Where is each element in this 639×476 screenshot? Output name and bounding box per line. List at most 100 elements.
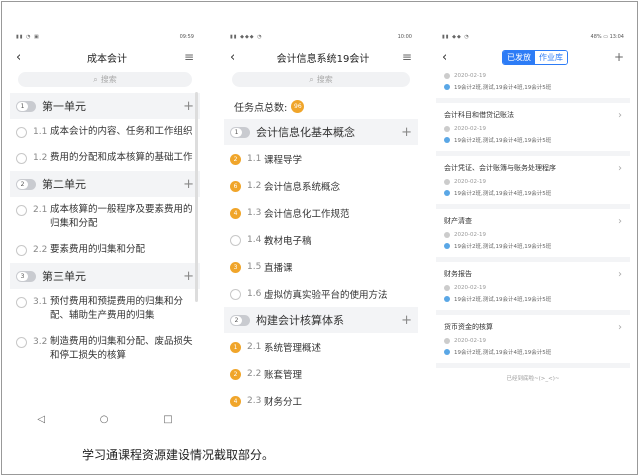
task-total: 任务点总数: 96 bbox=[224, 93, 418, 119]
card-title: 会计科目和借贷记账法 bbox=[444, 111, 514, 119]
card-classes: 19会计2班,测试,19会计4班,19会计5班 bbox=[454, 296, 552, 303]
checkbox-circle-icon bbox=[16, 245, 27, 256]
menu-icon[interactable]: ≡ bbox=[402, 50, 412, 64]
tab-issued[interactable]: 已发放 bbox=[502, 50, 535, 64]
clock-icon bbox=[444, 178, 450, 185]
scrollbar[interactable] bbox=[195, 92, 198, 302]
class-icon bbox=[444, 295, 450, 302]
card-class-row: 19会计2班,测试,19会计4班,19会计5班 bbox=[444, 134, 622, 145]
class-icon bbox=[444, 242, 450, 249]
list-item[interactable]: 1.6 虚拟仿真实验平台的使用方法 bbox=[224, 280, 418, 307]
chevron-right-icon: › bbox=[618, 321, 622, 333]
tab-homework-bank[interactable]: 作业库 bbox=[534, 50, 567, 64]
unit-header[interactable]: 2 第二单元 + bbox=[10, 171, 200, 197]
item-text: 成本会计的内容、任务和工作组织 bbox=[50, 126, 193, 137]
item-number: 3.2 bbox=[33, 337, 48, 347]
search-input[interactable]: ⌕ 搜索 bbox=[232, 72, 410, 87]
back-icon[interactable]: ‹ bbox=[230, 50, 244, 65]
card-date: 2020-02-19 bbox=[454, 231, 486, 238]
card-class-row: 19会计2班,测试,19会计4班,19会计5班 bbox=[444, 293, 622, 304]
list-item[interactable]: 3.1 预付费用和预提费用的归集和分配、辅助生产费用的归集 bbox=[10, 289, 200, 329]
list-item[interactable]: 2 1.1 课程导学 bbox=[224, 145, 418, 172]
card-title-row: 财产清查 › bbox=[444, 213, 622, 229]
homework-card[interactable]: 会计科目和借贷记账法 › 2020-02-19 19会计2班,测试,19会计4班,… bbox=[436, 103, 630, 156]
homework-card[interactable]: 财务报告 › 2020-02-19 19会计2班,测试,19会计4班,19会计5班 bbox=[436, 262, 630, 315]
list-item[interactable]: 4 1.3 会计信息化工作规范 bbox=[224, 199, 418, 226]
unit-index: 1 bbox=[17, 101, 28, 111]
card-date-row: 2020-02-19 bbox=[444, 70, 622, 81]
homework-card[interactable]: 2020-02-19 19会计2班,测试,19会计4班,19会计5班 bbox=[436, 70, 630, 103]
list-item[interactable]: 6 1.2 会计信息系统概念 bbox=[224, 172, 418, 199]
card-date-row: 2020-02-19 bbox=[444, 282, 622, 293]
checkbox-circle-icon bbox=[230, 235, 241, 246]
list-item[interactable]: 4 2.3 财务分工 bbox=[224, 387, 418, 414]
status-bar: ▮▮ ◆◆◆ ◔ 10:00 bbox=[224, 30, 418, 44]
plus-icon[interactable]: + bbox=[401, 313, 412, 328]
signal-icons: ▮▮ ◔ ▣ bbox=[16, 34, 40, 40]
android-nav-bar: ◁ ○ □ bbox=[10, 408, 200, 430]
task-count-badge: 3 bbox=[230, 262, 241, 273]
item-text: 账套管理 bbox=[264, 369, 303, 381]
unit-header[interactable]: 3 第三单元 + bbox=[10, 263, 200, 289]
unit-toggle[interactable]: 1 bbox=[230, 126, 250, 138]
clock-icon bbox=[444, 337, 450, 344]
item-number: 1.5 bbox=[247, 261, 262, 272]
plus-icon[interactable]: + bbox=[401, 125, 412, 140]
plus-icon[interactable]: + bbox=[183, 269, 194, 284]
item-number: 2.1 bbox=[247, 341, 262, 352]
list-item[interactable]: 3 1.5 直播课 bbox=[224, 253, 418, 280]
nav-recent-icon[interactable]: □ bbox=[163, 414, 172, 425]
item-number: 1.1 bbox=[33, 127, 48, 137]
unit-toggle[interactable]: 2 bbox=[16, 178, 36, 190]
search-placeholder: 搜索 bbox=[100, 75, 117, 84]
segmented-tabs: 已发放 作业库 bbox=[501, 49, 568, 65]
unit-index: 1 bbox=[231, 127, 242, 137]
search-input[interactable]: ⌕ 搜索 bbox=[18, 72, 192, 87]
back-icon[interactable]: ‹ bbox=[16, 50, 30, 65]
unit-label: 第二单元 bbox=[42, 178, 86, 191]
list-item[interactable]: 1 2.1 系统管理概述 bbox=[224, 333, 418, 360]
clock-icon bbox=[444, 231, 450, 238]
list-item[interactable]: 1.4 教材电子稿 bbox=[224, 226, 418, 253]
list-item[interactable]: 2.2 要素费用的归集和分配 bbox=[10, 237, 200, 263]
unit-toggle[interactable]: 2 bbox=[230, 314, 250, 326]
add-icon[interactable]: + bbox=[614, 50, 624, 64]
unit-header[interactable]: 2 构建会计核算体系 + bbox=[224, 307, 418, 333]
card-class-row: 19会计2班,测试,19会计4班,19会计5班 bbox=[444, 81, 622, 92]
back-icon[interactable]: ‹ bbox=[442, 50, 456, 65]
list-item[interactable]: 3.2 制造费用的归集和分配、废品损失和停工损失的核算 bbox=[10, 329, 200, 369]
list-item[interactable]: 1.2 费用的分配和成本核算的基础工作 bbox=[10, 145, 200, 171]
figure-caption: 学习通课程资源建设情况截取部分。 bbox=[82, 448, 275, 462]
nav-home-icon[interactable]: ○ bbox=[100, 414, 109, 425]
clock-icon bbox=[444, 284, 450, 291]
item-text: 预付费用和预提费用的归集和分配、辅助生产费用的归集 bbox=[50, 296, 184, 321]
homework-card[interactable]: 财产清查 › 2020-02-19 19会计2班,测试,19会计4班,19会计5班 bbox=[436, 209, 630, 262]
unit-header[interactable]: 1 会计信息化基本概念 + bbox=[224, 119, 418, 145]
list-item[interactable]: 1.1 成本会计的内容、任务和工作组织 bbox=[10, 119, 200, 145]
list-item[interactable]: 2 2.2 账套管理 bbox=[224, 360, 418, 387]
plus-icon[interactable]: + bbox=[183, 99, 194, 114]
chevron-right-icon: › bbox=[618, 109, 622, 121]
unit-toggle[interactable]: 1 bbox=[16, 100, 36, 112]
card-date: 2020-02-19 bbox=[454, 72, 486, 79]
search-icon: ⌕ bbox=[93, 74, 98, 84]
task-total-badge: 96 bbox=[291, 99, 305, 113]
unit-toggle[interactable]: 3 bbox=[16, 270, 36, 282]
nav-back-icon[interactable]: ◁ bbox=[37, 414, 45, 425]
menu-icon[interactable]: ≡ bbox=[184, 50, 194, 64]
page-title: 会计信息系统19会计 bbox=[276, 53, 370, 65]
signal-icons: ▮▮ ◆◆◆ ◔ bbox=[230, 34, 263, 40]
list-item[interactable]: 2.1 成本核算的一般程序及要素费用的归集和分配 bbox=[10, 197, 200, 237]
card-title: 货币资金的核算 bbox=[444, 323, 493, 331]
item-number: 1.2 bbox=[247, 180, 262, 191]
class-icon bbox=[444, 83, 450, 90]
status-time-battery: 48% ▭ 13:04 bbox=[590, 34, 624, 40]
page-title: 成本会计 bbox=[86, 53, 127, 65]
homework-card[interactable]: 货币资金的核算 › 2020-02-19 19会计2班,测试,19会计4班,19会… bbox=[436, 315, 630, 368]
homework-card[interactable]: 会计凭证、会计账簿与账务处理程序 › 2020-02-19 19会计2班,测试,1… bbox=[436, 156, 630, 209]
unit-header[interactable]: 1 第一单元 + bbox=[10, 93, 200, 119]
item-number: 2.2 bbox=[33, 245, 48, 255]
unit-index: 2 bbox=[231, 315, 242, 325]
card-title: 财务报告 bbox=[444, 270, 472, 278]
plus-icon[interactable]: + bbox=[183, 177, 194, 192]
